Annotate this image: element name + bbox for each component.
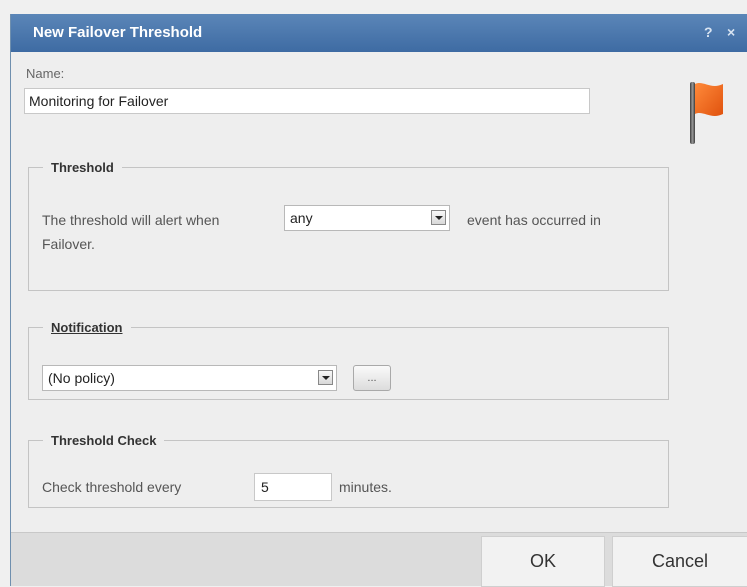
threshold-legend: Threshold bbox=[51, 160, 114, 175]
close-icon[interactable]: × bbox=[727, 24, 735, 40]
threshold-text-target: Failover. bbox=[42, 236, 95, 252]
help-icon[interactable]: ? bbox=[704, 24, 713, 40]
chevron-down-icon[interactable] bbox=[318, 370, 333, 385]
threshold-group: Threshold The threshold will alert when … bbox=[28, 160, 669, 291]
notification-legend-text: Notification bbox=[51, 320, 123, 335]
browse-policy-button[interactable]: ... bbox=[353, 365, 391, 391]
ok-button[interactable]: OK bbox=[481, 536, 605, 587]
name-label: Name: bbox=[26, 66, 65, 81]
dialog-titlebar: New Failover Threshold ? × bbox=[11, 14, 747, 52]
dialog-footer: OK Cancel bbox=[11, 532, 747, 587]
check-text-before: Check threshold every bbox=[42, 479, 182, 495]
dialog-title: New Failover Threshold bbox=[33, 24, 203, 41]
flag-icon bbox=[690, 82, 723, 144]
threshold-check-legend: Threshold Check bbox=[51, 433, 157, 448]
event-type-value: any bbox=[290, 210, 313, 226]
threshold-text-after: event has occurred in bbox=[467, 212, 601, 228]
cancel-button[interactable]: Cancel bbox=[612, 536, 747, 587]
threshold-check-group: Threshold Check Check threshold every mi… bbox=[28, 433, 669, 508]
chevron-down-icon[interactable] bbox=[431, 210, 446, 225]
event-type-select[interactable]: any bbox=[284, 205, 450, 231]
threshold-text-before: The threshold will alert when bbox=[42, 212, 220, 228]
notification-legend: Notification bbox=[43, 320, 131, 335]
notification-policy-select[interactable]: (No policy) bbox=[42, 365, 337, 391]
notification-policy-value: (No policy) bbox=[48, 370, 115, 386]
notification-group: Notification (No policy) ... bbox=[28, 320, 669, 400]
check-text-after: minutes. bbox=[339, 479, 392, 495]
name-input[interactable] bbox=[24, 88, 590, 114]
check-interval-input[interactable] bbox=[254, 473, 332, 501]
new-failover-threshold-dialog: New Failover Threshold ? × Name: Thresho… bbox=[10, 14, 747, 587]
